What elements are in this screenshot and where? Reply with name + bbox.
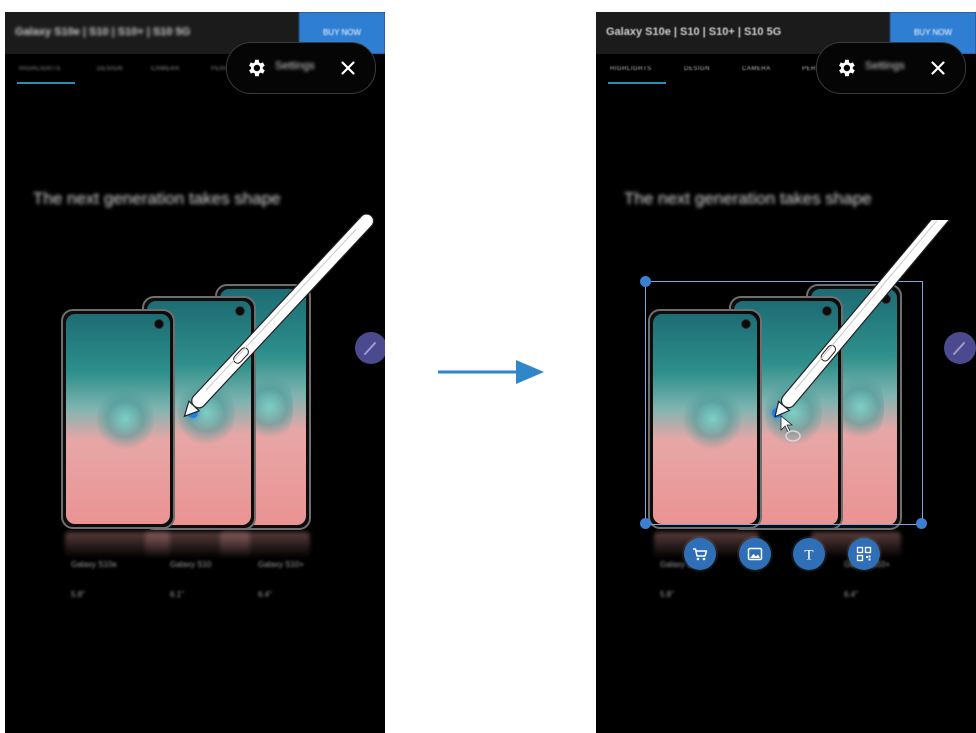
caption-s10e: Galaxy S10e 5.8" (71, 560, 117, 599)
settings-label: Settings (275, 60, 315, 72)
text-icon: T (804, 548, 813, 563)
gear-icon[interactable] (835, 57, 857, 79)
active-tab-indicator (608, 82, 666, 84)
tab-highlights[interactable]: HIGHLIGHTS (610, 66, 652, 72)
arrow-right-icon (438, 360, 544, 384)
s-pen-stylus (774, 220, 955, 418)
smart-select-toolbar: Settings (226, 42, 376, 94)
shop-button[interactable] (684, 538, 716, 570)
active-tab-indicator (17, 82, 75, 84)
page-headline: The next generation takes shape (624, 189, 872, 208)
tab-highlights[interactable]: HIGHLIGHTS (19, 66, 61, 72)
qr-code-icon (856, 546, 872, 562)
qr-code-button[interactable] (848, 538, 880, 570)
phone-s10e (61, 309, 175, 529)
selection-handle-top-left[interactable] (640, 276, 651, 287)
selection-handle-bottom-left[interactable] (640, 518, 651, 529)
site-title: Galaxy S10e | S10 | S10+ | S10 5G (15, 26, 191, 38)
close-icon[interactable] (927, 57, 949, 79)
save-image-button[interactable] (739, 538, 771, 570)
extract-text-button[interactable]: T (793, 538, 825, 570)
cart-icon (693, 548, 708, 561)
settings-label: Settings (865, 60, 905, 72)
site-title: Galaxy S10e | S10 | S10+ | S10 5G (606, 26, 782, 38)
tab-camera[interactable]: CAMERA (151, 66, 180, 72)
svg-text:T: T (804, 548, 813, 563)
tab-design[interactable]: DESIGN (684, 66, 710, 72)
gear-icon[interactable] (245, 57, 267, 79)
tab-design[interactable]: DESIGN (97, 66, 123, 72)
smart-select-toolbar: Settings (816, 42, 966, 94)
image-icon (747, 547, 763, 561)
selection-handle-bottom-right[interactable] (916, 518, 927, 529)
tab-camera[interactable]: CAMERA (742, 66, 771, 72)
caption-s10-plus: Galaxy S10+ 6.4" (258, 560, 305, 599)
caption-s10: Galaxy S10 6.1" (170, 560, 212, 599)
s-pen-stylus (183, 213, 375, 418)
close-icon[interactable] (337, 57, 359, 79)
